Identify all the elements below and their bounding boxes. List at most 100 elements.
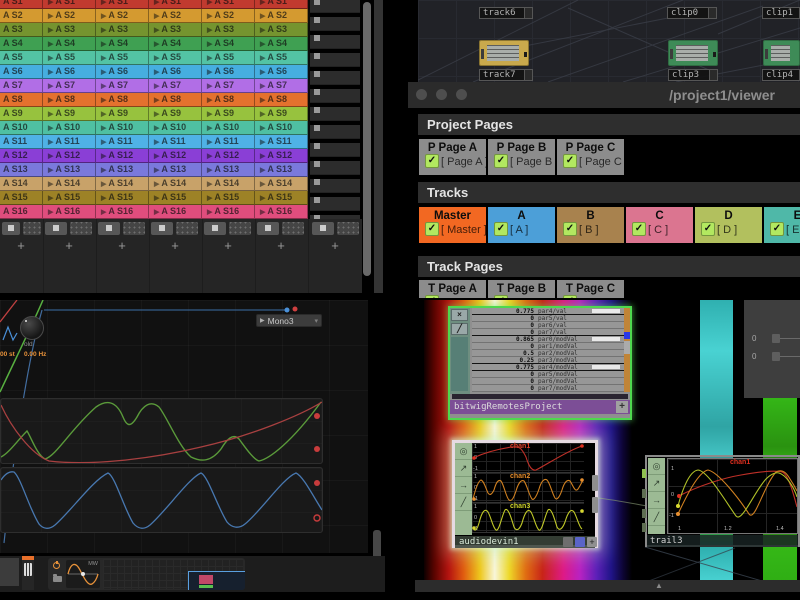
table-row[interactable]: 0.5par2/modVal bbox=[472, 350, 624, 357]
input-connector[interactable] bbox=[642, 489, 646, 498]
up-triangle-icon[interactable]: ▲ bbox=[655, 580, 663, 592]
clip-cell[interactable]: ▶A S8 bbox=[202, 93, 255, 107]
clip-cell[interactable]: A S10 bbox=[0, 121, 43, 135]
node-collapse-icon[interactable] bbox=[709, 70, 717, 80]
scene-stop-cell[interactable] bbox=[310, 107, 360, 121]
stop-button[interactable] bbox=[151, 222, 173, 235]
panel-button[interactable]: E✓[ E bbox=[764, 207, 800, 243]
window-dot-icon[interactable] bbox=[416, 89, 427, 100]
panel-button[interactable]: A✓[ A ] bbox=[488, 207, 555, 243]
clip-node[interactable] bbox=[763, 40, 800, 66]
mono3-dropdown[interactable]: ▶ Mono3 ▾ bbox=[256, 314, 322, 327]
node-button[interactable] bbox=[575, 537, 585, 547]
window-dot-icon[interactable] bbox=[436, 89, 447, 100]
clip-cell[interactable]: ▶A S11 bbox=[255, 135, 308, 149]
clip-cell[interactable]: ▶A S4 bbox=[149, 37, 202, 51]
clip-cell[interactable]: ▶A S11 bbox=[96, 135, 149, 149]
clip-cell[interactable]: ▶A S16 bbox=[149, 205, 202, 219]
clip-options-button[interactable] bbox=[70, 222, 92, 235]
plus-icon[interactable]: + bbox=[616, 401, 628, 413]
curve-panel-1[interactable] bbox=[0, 398, 323, 464]
clip-cell[interactable]: A S14 bbox=[0, 177, 43, 191]
clip-cell[interactable]: ▶A S10 bbox=[255, 121, 308, 135]
panel-button[interactable]: C✓[ C ] bbox=[626, 207, 693, 243]
table-row[interactable]: 0par7/modVal bbox=[472, 385, 624, 392]
panel-button[interactable]: P Page C✓[ Page C ] bbox=[557, 139, 624, 175]
clip-cell[interactable]: ▶A S7 bbox=[255, 79, 308, 93]
clip-cell[interactable]: ▶A S6 bbox=[43, 65, 96, 79]
table-row[interactable]: 0par1/modVal bbox=[472, 343, 624, 350]
checkbox[interactable]: ✓ bbox=[563, 295, 577, 298]
window-dot-icon[interactable] bbox=[456, 89, 467, 100]
clip-options-button[interactable] bbox=[123, 222, 145, 235]
clip-cell[interactable]: ▶A S7 bbox=[202, 79, 255, 93]
clip-cell[interactable]: ▶A S6 bbox=[202, 65, 255, 79]
clip-cell[interactable]: ▶A S3 bbox=[96, 23, 149, 37]
node-collapse-icon[interactable] bbox=[524, 8, 532, 18]
table-row[interactable]: 0.775par4/val bbox=[472, 308, 624, 315]
slider-handle[interactable] bbox=[772, 352, 780, 361]
viewer-flag-icon[interactable]: ◎ bbox=[648, 458, 665, 475]
panel-button[interactable]: P Page A✓[ Page A ] bbox=[419, 139, 486, 175]
clip-cell[interactable]: ▶A S1 bbox=[149, 0, 202, 9]
clip-cell[interactable]: ▶A S6 bbox=[149, 65, 202, 79]
clip-cell[interactable]: ▶A S16 bbox=[255, 205, 308, 219]
node-label[interactable]: clip3 bbox=[668, 69, 718, 81]
table-row[interactable]: 0par6/modVal bbox=[472, 378, 624, 385]
clip-cell[interactable]: ▶A S13 bbox=[255, 163, 308, 177]
clip-cell[interactable]: A S12 bbox=[0, 149, 43, 163]
clip-cell[interactable]: A S3 bbox=[0, 23, 43, 37]
panel-button[interactable]: T Page A✓ bbox=[419, 280, 486, 298]
clip-cell[interactable]: ▶A S12 bbox=[202, 149, 255, 163]
clip-cell[interactable]: ▶A S10 bbox=[43, 121, 96, 135]
scene-stop-cell[interactable] bbox=[310, 71, 360, 85]
pattern-clip[interactable] bbox=[188, 571, 245, 590]
clip-cell[interactable]: ▶A S16 bbox=[43, 205, 96, 219]
brush-flag-icon[interactable]: ╱ bbox=[648, 509, 665, 526]
clip-cell[interactable]: ▶A S9 bbox=[202, 107, 255, 121]
clip-cell[interactable]: A S7 bbox=[0, 79, 43, 93]
clip-cell[interactable]: ▶A S1 bbox=[96, 0, 149, 9]
checkbox[interactable]: ✓ bbox=[494, 295, 508, 298]
clip-lane[interactable] bbox=[103, 559, 243, 589]
clip-cell[interactable]: ▶A S13 bbox=[149, 163, 202, 177]
clip-options-button[interactable] bbox=[337, 222, 359, 235]
table-row[interactable]: 0.865par0/modVal bbox=[472, 336, 624, 343]
scene-stop-cell[interactable] bbox=[310, 0, 360, 13]
clip-cell[interactable]: ▶A S13 bbox=[96, 163, 149, 177]
checkbox[interactable]: ✓ bbox=[425, 222, 439, 236]
clip-cell[interactable]: A S16 bbox=[0, 205, 43, 219]
lfo-display[interactable]: MW bbox=[66, 560, 100, 588]
node-button[interactable] bbox=[563, 537, 573, 547]
node-label[interactable]: clip1 bbox=[762, 7, 800, 19]
clone-flag-icon[interactable]: ↗ bbox=[455, 460, 472, 477]
clip-cell[interactable]: ▶A S7 bbox=[149, 79, 202, 93]
clip-cell[interactable]: ▶A S4 bbox=[202, 37, 255, 51]
param-value[interactable]: 0 bbox=[752, 334, 756, 343]
table-row[interactable]: 0par5/modVal bbox=[472, 371, 624, 378]
clip-cell[interactable]: ▶A S4 bbox=[96, 37, 149, 51]
scene-stop-cell[interactable] bbox=[310, 197, 360, 211]
add-clip-button[interactable]: + bbox=[328, 239, 342, 253]
clip-cell[interactable]: ▶A S14 bbox=[43, 177, 96, 191]
clip-cell[interactable]: ▶A S8 bbox=[149, 93, 202, 107]
stop-button[interactable] bbox=[312, 222, 334, 235]
clip-cell[interactable]: ▶A S10 bbox=[149, 121, 202, 135]
add-clip-button[interactable]: + bbox=[274, 239, 288, 253]
panel-button[interactable]: D✓[ D ] bbox=[695, 207, 762, 243]
node-label[interactable]: track6 bbox=[479, 7, 533, 19]
clip-cell[interactable]: ▶A S2 bbox=[149, 9, 202, 23]
clip-cell[interactable]: A S15 bbox=[0, 191, 43, 205]
clip-cell[interactable]: ▶A S11 bbox=[43, 135, 96, 149]
stop-button[interactable] bbox=[204, 222, 226, 235]
clip-cell[interactable]: A S1 bbox=[0, 0, 43, 9]
clip-cell[interactable]: ▶A S2 bbox=[255, 9, 308, 23]
pitch-value[interactable]: 00 st bbox=[0, 351, 15, 358]
trail-node[interactable]: ◎ ↗ → ╱ chan1 1 0 -1 1 1.2 1.4 bbox=[645, 455, 800, 547]
table-row[interactable]: 0par5/val bbox=[472, 315, 624, 322]
remotes-scrollbar[interactable] bbox=[624, 308, 630, 392]
clip-cell[interactable]: ▶A S9 bbox=[149, 107, 202, 121]
panel-button[interactable]: T Page B✓ bbox=[488, 280, 555, 298]
add-clip-button[interactable]: + bbox=[168, 239, 182, 253]
clip-cell[interactable]: ▶A S6 bbox=[96, 65, 149, 79]
